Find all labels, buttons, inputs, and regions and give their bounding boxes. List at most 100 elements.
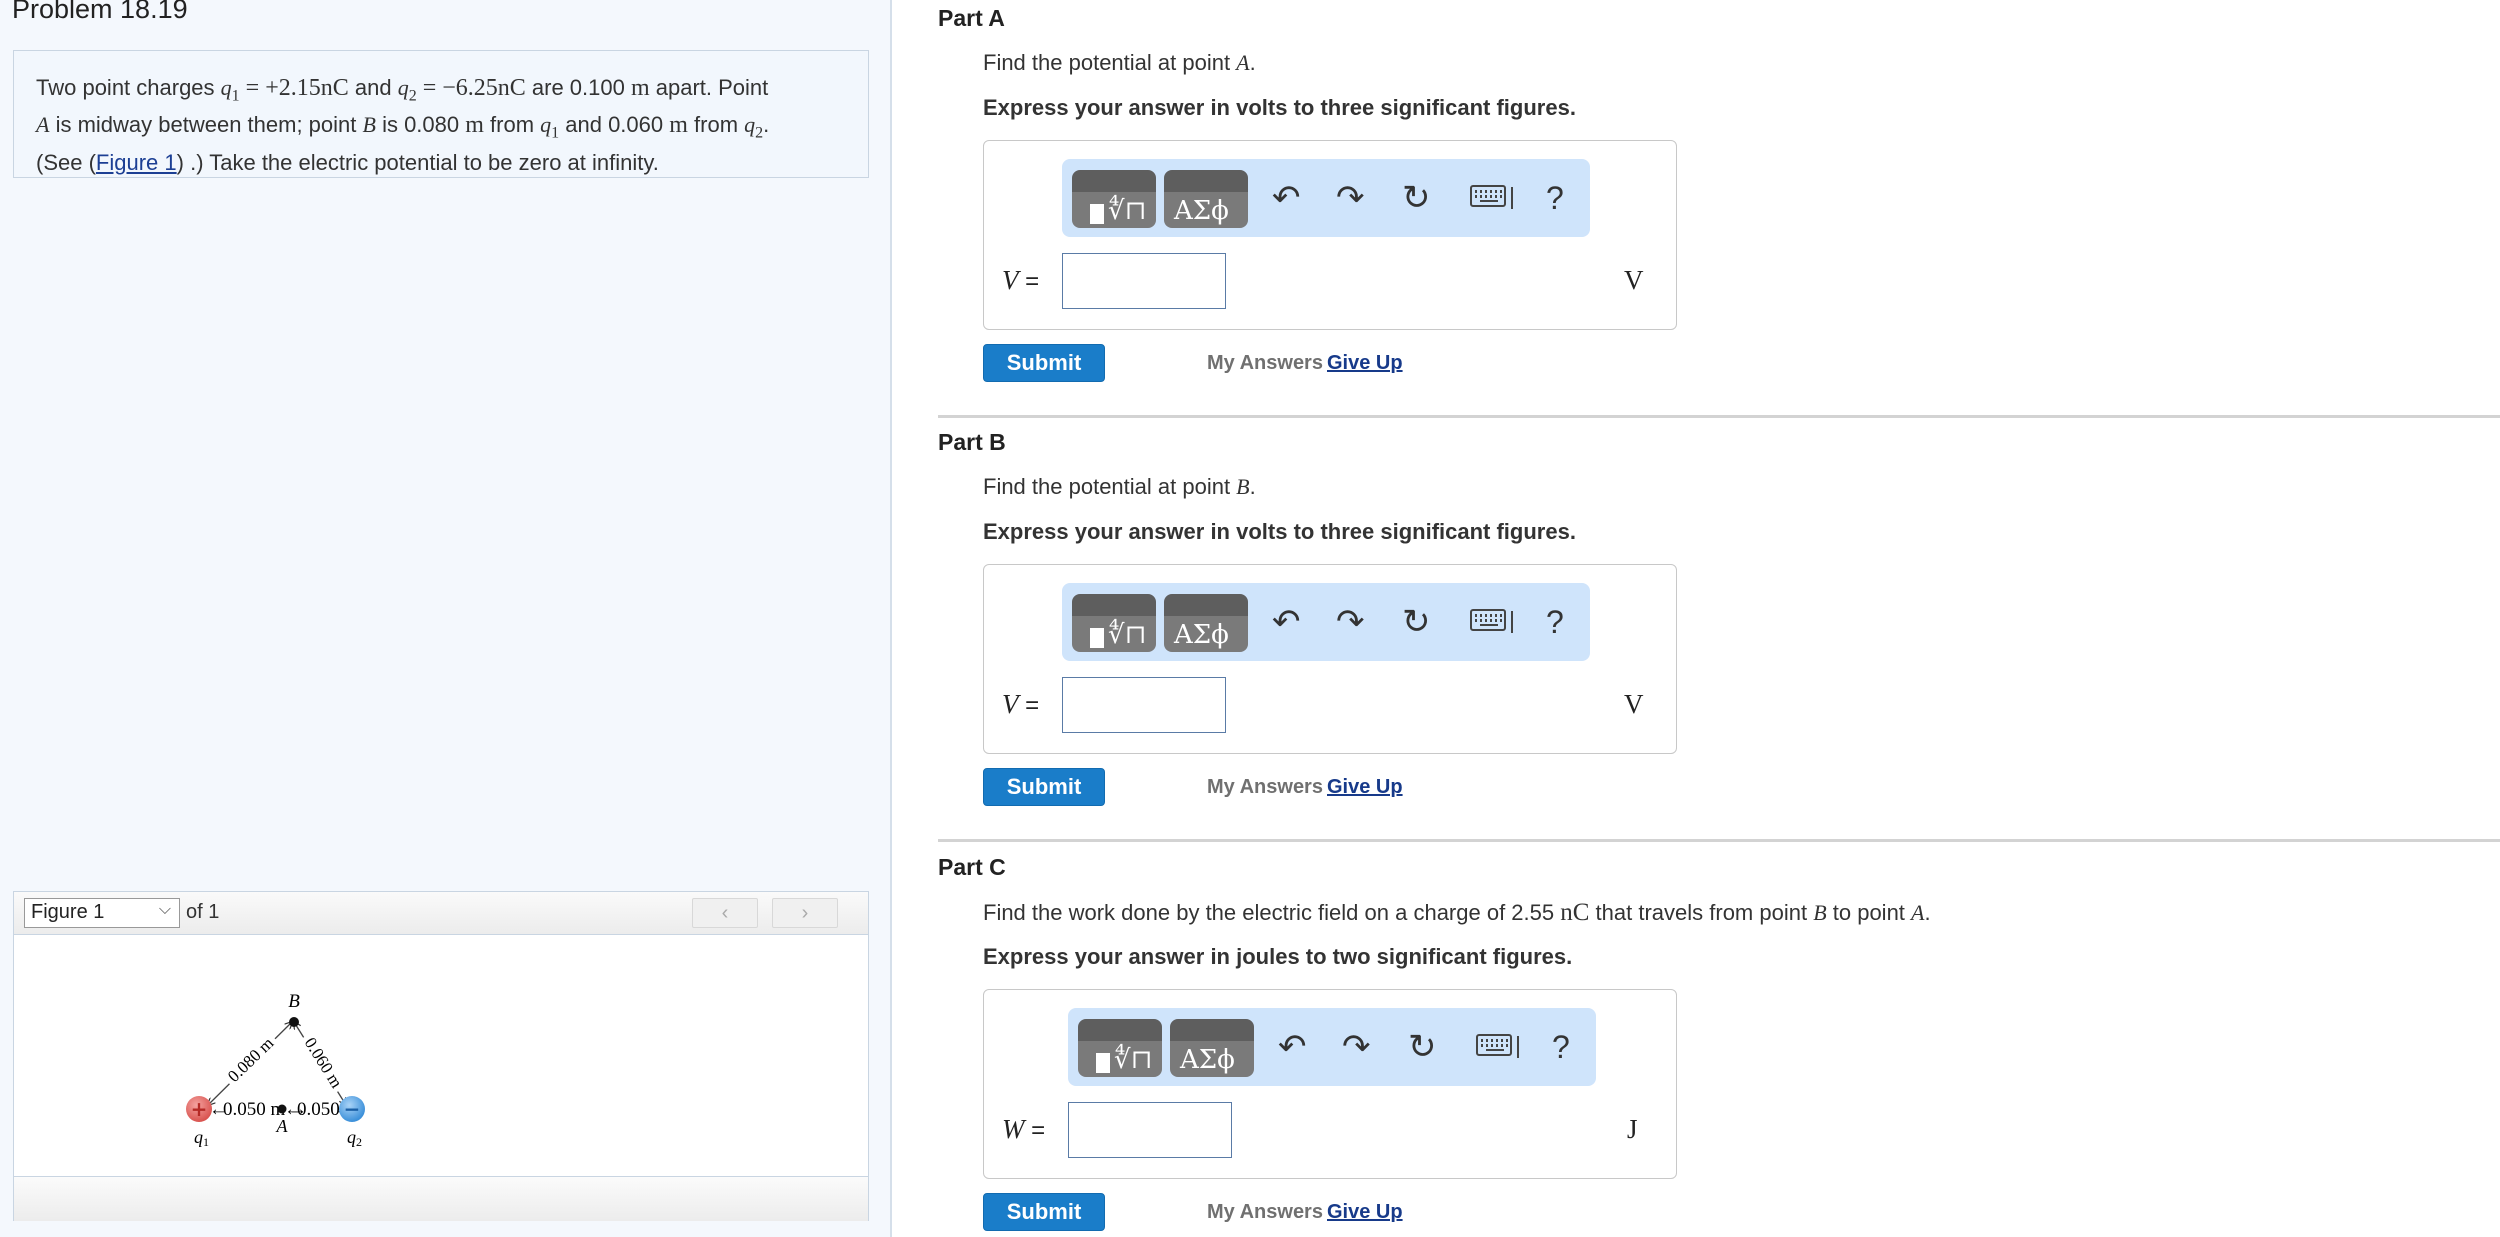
reset-icon[interactable]: ↻ [1402, 179, 1431, 217]
figure-viewer: Figure 1 ⌵ of 1 ‹ › 0.080 m 0.060 m B ← … [13, 891, 869, 1221]
templates-button[interactable]: ∜⊓ [1072, 170, 1156, 228]
question-unit: nC [1560, 899, 1590, 926]
figure-count: of 1 [186, 901, 220, 923]
reset-icon[interactable]: ↻ [1402, 603, 1431, 641]
question-text: Find the work done by the electric field… [983, 900, 1561, 925]
answer-input[interactable] [1062, 253, 1226, 309]
my-answers-link[interactable]: My Answers [1207, 1201, 1323, 1224]
point-b-symbol: B [362, 112, 376, 138]
part-instruction: Express your answer in volts to three si… [983, 519, 1576, 544]
question-text: . [1249, 474, 1256, 499]
answer-variable: V [1002, 689, 1019, 719]
figure-toolbar: Figure 1 ⌵ of 1 ‹ › [14, 892, 868, 935]
statement-text: ) .) Take the electric potential to be z… [176, 149, 659, 175]
equals-sign: = [1018, 268, 1040, 295]
redo-icon[interactable]: ↷ [1342, 1028, 1371, 1066]
statement-text: (See ( [36, 149, 96, 175]
part-divider [938, 839, 2500, 842]
answer-variable: V [1002, 265, 1019, 295]
statement-text: is midway between them; point [49, 112, 363, 138]
math-toolbar: ∜⊓ ΑΣϕ ↶ ↷ ↻ ? [1062, 583, 1590, 661]
unit-meter: m [669, 112, 688, 139]
give-up-link[interactable]: Give Up [1327, 776, 1403, 799]
figure-image: 0.080 m 0.060 m B ← 0.050 m → ← 0.050 m … [14, 935, 868, 1175]
answer-box: ∜⊓ ΑΣϕ ↶ ↷ ↻ ? V = V [983, 140, 1677, 330]
radical-icon: ∜⊓ [1108, 620, 1147, 650]
answer-box: ∜⊓ ΑΣϕ ↶ ↷ ↻ ? V = V [983, 564, 1677, 754]
part-instruction: Express your answer in joules to two sig… [983, 944, 1573, 969]
point-a-symbol: A [36, 112, 50, 138]
give-up-link[interactable]: Give Up [1327, 352, 1403, 375]
answer-label: V = [1002, 265, 1039, 296]
question-text: Find the potential at point [983, 474, 1237, 499]
answer-input[interactable] [1068, 1102, 1232, 1158]
equals-sign: = [1024, 1117, 1046, 1144]
box-icon [1096, 1053, 1110, 1073]
label-q1-b-distance: 0.080 m [224, 1033, 277, 1085]
q2-subscript: 2 [755, 124, 764, 142]
help-button[interactable]: ? [1546, 603, 1564, 641]
part-instruction: Express your answer in volts to three si… [983, 95, 1576, 120]
keyboard-icon[interactable] [1470, 609, 1506, 631]
greek-icon: ΑΣϕ [1174, 620, 1229, 650]
reset-icon[interactable]: ↻ [1408, 1028, 1437, 1066]
problem-title: Problem 18.19 [12, 0, 188, 24]
q2-symbol: q [744, 112, 756, 138]
undo-icon[interactable]: ↶ [1278, 1028, 1307, 1066]
next-figure-button[interactable]: › [772, 898, 838, 928]
help-button[interactable]: ? [1552, 1028, 1570, 1066]
radical-icon: ∜⊓ [1114, 1045, 1153, 1075]
templates-button[interactable]: ∜⊓ [1078, 1019, 1162, 1077]
my-answers-link[interactable]: My Answers [1207, 352, 1323, 375]
part-divider [938, 415, 2500, 418]
problem-statement: Two point charges q1 = +2.15nC and q2 = … [13, 50, 869, 178]
figure-footer [14, 1176, 868, 1221]
unit-meter: m [630, 75, 650, 101]
box-icon [1090, 204, 1104, 224]
templates-button[interactable]: ∜⊓ [1072, 594, 1156, 652]
redo-icon[interactable]: ↷ [1336, 179, 1365, 217]
submit-button[interactable]: Submit [983, 1193, 1105, 1231]
keyboard-icon[interactable] [1476, 1034, 1512, 1056]
point-a-label: A [276, 1116, 289, 1136]
q1-symbol: q [540, 112, 552, 138]
q1-subscript: 1 [551, 124, 560, 142]
chevron-down-icon: ⌵ [158, 901, 171, 918]
previous-figure-button[interactable]: ‹ [692, 898, 758, 928]
math-toolbar: ∜⊓ ΑΣϕ ↶ ↷ ↻ ? [1068, 1008, 1596, 1086]
undo-icon[interactable]: ↶ [1272, 603, 1301, 641]
statement-text: is 0.080 [375, 112, 466, 138]
question-variable: B [1813, 900, 1827, 925]
submit-button[interactable]: Submit [983, 768, 1105, 806]
q1-label: q [194, 1127, 203, 1147]
redo-icon[interactable]: ↷ [1336, 603, 1365, 641]
q2-symbol: q [397, 75, 409, 100]
part-title: Part C [938, 854, 1006, 880]
figure-select[interactable]: Figure 1 ⌵ [24, 898, 180, 928]
greek-symbols-button[interactable]: ΑΣϕ [1164, 594, 1248, 652]
minus-icon: − [344, 1097, 361, 1121]
answer-input[interactable] [1062, 677, 1226, 733]
keyboard-icon[interactable] [1470, 185, 1506, 207]
submit-button[interactable]: Submit [983, 344, 1105, 382]
help-button[interactable]: ? [1546, 179, 1564, 217]
parts-panel: Part A Find the potential at point A. Ex… [892, 0, 2500, 1237]
q1-label-subscript: 1 [203, 1135, 209, 1149]
answer-label: W = [1002, 1114, 1045, 1145]
statement-text: Two point charges [36, 75, 221, 100]
q1-value: = +2.15nC [239, 75, 349, 101]
greek-symbols-button[interactable]: ΑΣϕ [1170, 1019, 1254, 1077]
figure-link[interactable]: Figure 1 [96, 150, 177, 175]
q2-label-subscript: 2 [356, 1135, 362, 1149]
q2-value: = −6.25nC [416, 75, 526, 101]
my-answers-link[interactable]: My Answers [1207, 776, 1323, 799]
greek-icon: ΑΣϕ [1180, 1045, 1235, 1075]
give-up-link[interactable]: Give Up [1327, 1201, 1403, 1224]
statement-text: and 0.060 [559, 112, 670, 138]
undo-icon[interactable]: ↶ [1272, 179, 1301, 217]
greek-symbols-button[interactable]: ΑΣϕ [1164, 170, 1248, 228]
radical-icon: ∜⊓ [1108, 196, 1147, 226]
question-text: to point [1826, 900, 1912, 925]
answer-variable: W [1002, 1114, 1025, 1144]
math-toolbar: ∜⊓ ΑΣϕ ↶ ↷ ↻ ? [1062, 159, 1590, 237]
